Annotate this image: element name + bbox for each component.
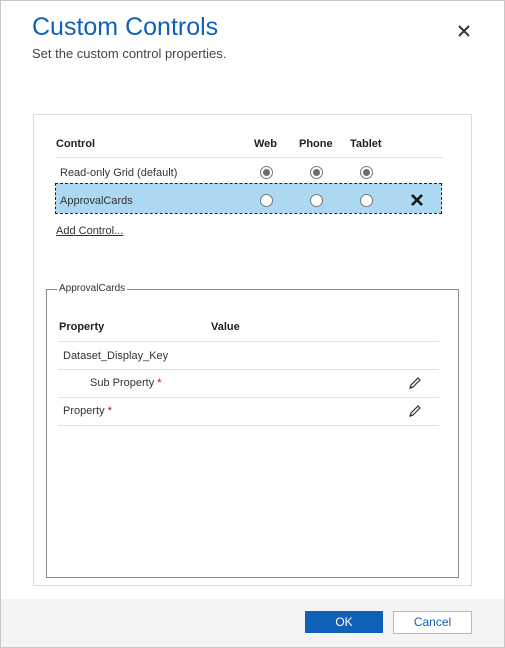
row-divider bbox=[58, 425, 439, 426]
phone-radio[interactable] bbox=[310, 166, 323, 179]
control-row-name: ApprovalCards bbox=[60, 195, 133, 207]
column-header-control: Control bbox=[56, 138, 96, 150]
fieldset-legend: ApprovalCards bbox=[57, 283, 128, 294]
row-divider bbox=[58, 397, 439, 398]
column-header-value: Value bbox=[211, 321, 240, 333]
web-radio[interactable] bbox=[260, 194, 273, 207]
tablet-radio[interactable] bbox=[360, 194, 373, 207]
cancel-button[interactable]: Cancel bbox=[393, 611, 472, 634]
required-indicator: * bbox=[107, 405, 112, 417]
column-header-tablet: Tablet bbox=[350, 138, 382, 150]
pencil-icon[interactable] bbox=[407, 403, 423, 419]
header-divider bbox=[58, 341, 439, 342]
ok-button[interactable]: OK bbox=[305, 611, 383, 633]
pencil-icon[interactable] bbox=[407, 375, 423, 391]
property-row-label: Property * bbox=[63, 405, 112, 417]
control-row-name: Read-only Grid (default) bbox=[60, 167, 178, 179]
row-divider bbox=[58, 369, 439, 370]
column-header-web: Web bbox=[254, 138, 278, 150]
custom-controls-dialog: Custom Controls Set the custom control p… bbox=[0, 0, 505, 648]
property-label: Property bbox=[63, 405, 105, 417]
property-row-label: Sub Property * bbox=[90, 377, 162, 389]
close-icon[interactable] bbox=[454, 21, 474, 41]
property-row-label: Dataset_Display_Key bbox=[63, 350, 169, 362]
header-divider bbox=[56, 157, 443, 158]
column-header-property: Property bbox=[59, 321, 105, 333]
properties-fieldset bbox=[46, 289, 459, 578]
column-header-phone: Phone bbox=[299, 138, 333, 150]
sub-property-label: Sub Property bbox=[90, 377, 155, 389]
web-radio[interactable] bbox=[260, 166, 273, 179]
phone-radio[interactable] bbox=[310, 194, 323, 207]
required-indicator: * bbox=[157, 377, 162, 389]
add-control-link[interactable]: Add Control... bbox=[56, 225, 123, 237]
x-remove-icon[interactable] bbox=[410, 193, 424, 207]
tablet-radio[interactable] bbox=[360, 166, 373, 179]
dialog-subtitle: Set the custom control properties. bbox=[32, 46, 227, 61]
dialog-title: Custom Controls bbox=[32, 13, 219, 41]
